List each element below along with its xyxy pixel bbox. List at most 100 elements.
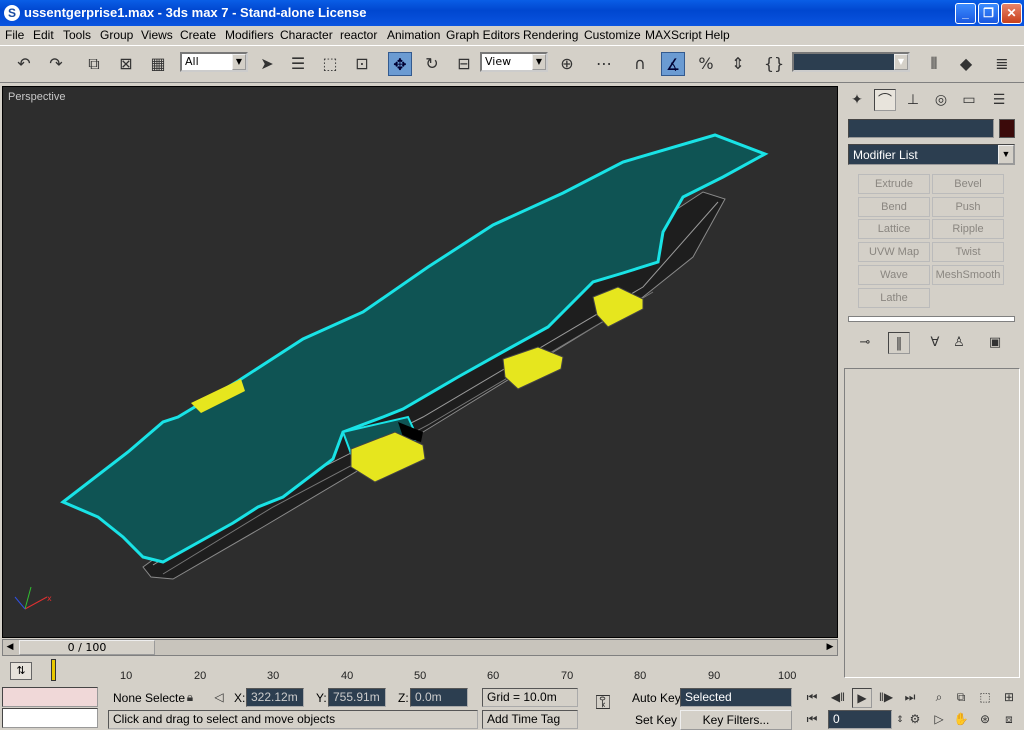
go-to-end-icon[interactable]: ⏭ — [900, 688, 920, 706]
menu-help[interactable]: Help — [705, 28, 730, 42]
spinner-snap-icon[interactable]: ⇕ — [726, 52, 750, 76]
modifier-button-uvw-map[interactable]: UVW Map — [858, 242, 930, 262]
modifier-button-bevel[interactable]: Bevel — [932, 174, 1004, 194]
z-coordinate-field[interactable]: 0.0m — [410, 688, 468, 707]
add-time-tag-button[interactable]: Add Time Tag — [482, 710, 578, 729]
arc-rotate-icon[interactable]: ⊛ — [976, 710, 994, 728]
mirror-icon[interactable]: ⫴ — [922, 52, 946, 76]
menu-edit[interactable]: Edit — [33, 28, 54, 42]
open-mini-curve-editor-icon[interactable]: ⇅ — [10, 662, 32, 680]
key-mode-toggle-icon[interactable]: ⏮ — [804, 710, 820, 728]
menu-reactor[interactable]: reactor — [340, 28, 377, 42]
next-frame-arrow-icon[interactable]: ▶ — [823, 640, 837, 655]
undo-icon[interactable]: ↶ — [12, 52, 36, 76]
previous-frame-icon[interactable]: ◀‖ — [828, 688, 848, 706]
key-mode-dropdown[interactable]: Selected — [680, 688, 792, 707]
object-name-field[interactable] — [848, 119, 994, 138]
menu-file[interactable]: File — [5, 28, 24, 42]
field-of-view-icon[interactable]: ▷ — [930, 710, 948, 728]
zoom-all-icon[interactable]: ⧉ — [952, 688, 970, 706]
y-coordinate-field[interactable]: 755.91m — [328, 688, 386, 707]
angle-snap-toggle-icon[interactable]: ∡ — [661, 52, 685, 76]
modifier-stack-divider[interactable] — [848, 316, 1015, 322]
3dsmax-app-icon[interactable]: S — [4, 5, 20, 21]
absolute-mode-transform-icon[interactable]: ◁ — [210, 688, 228, 706]
zoom-icon[interactable]: ⌕ — [930, 688, 948, 706]
use-pivot-point-center-icon[interactable]: ⊕ — [555, 52, 579, 76]
selection-filter-dropdown[interactable]: All ▼ — [180, 52, 248, 72]
modify-tab-icon[interactable]: ⌒ — [874, 89, 896, 111]
current-time-marker[interactable] — [51, 659, 56, 681]
go-to-start-icon[interactable]: ⏮ — [802, 688, 822, 706]
maxscript-listener-input[interactable] — [2, 708, 98, 728]
modifier-button-wave[interactable]: Wave — [858, 265, 930, 285]
redo-icon[interactable]: ↷ — [44, 52, 68, 76]
select-object-icon[interactable]: ➤ — [255, 52, 279, 76]
layer-manager-icon[interactable]: ≣ — [990, 52, 1014, 76]
select-and-manipulate-icon[interactable]: ⋯ — [592, 52, 616, 76]
show-end-result-icon[interactable]: ‖ — [888, 332, 910, 354]
snaps-toggle-icon[interactable]: ∩ — [628, 52, 652, 76]
menu-views[interactable]: Views — [141, 28, 173, 42]
display-tab-icon[interactable]: ▭ — [958, 89, 980, 111]
menu-character[interactable]: Character — [280, 28, 333, 42]
menu-animation[interactable]: Animation — [387, 28, 440, 42]
percent-snap-icon[interactable]: % — [694, 52, 718, 76]
create-tab-icon[interactable]: ✦ — [846, 89, 868, 111]
modifier-button-lattice[interactable]: Lattice — [858, 219, 930, 239]
set-key-mode-key-icon[interactable]: ⚿ — [588, 693, 618, 713]
utilities-tab-icon[interactable]: ☰ — [988, 89, 1010, 111]
select-and-link-icon[interactable]: ⧉ — [82, 52, 106, 76]
hierarchy-tab-icon[interactable]: ⊥ — [902, 89, 924, 111]
modifier-button-lathe[interactable]: Lathe — [858, 288, 930, 308]
current-frame-field[interactable]: 0 — [828, 710, 892, 729]
zoom-extents-icon[interactable]: ⬚ — [976, 688, 994, 706]
menu-tools[interactable]: Tools — [63, 28, 91, 42]
modifier-button-meshsmooth[interactable]: MeshSmooth — [932, 265, 1004, 285]
modifier-button-push[interactable]: Push — [932, 197, 1004, 217]
remove-modifier-icon[interactable]: ♙ — [948, 332, 970, 354]
menu-rendering[interactable]: Rendering — [523, 28, 578, 42]
time-configuration-icon[interactable]: ⚙ — [906, 710, 924, 728]
time-slider[interactable]: ◀ 0 / 100 ▶ — [2, 639, 838, 656]
object-color-swatch[interactable] — [999, 119, 1015, 138]
select-and-scale-icon[interactable]: ⊟ — [452, 52, 476, 76]
next-frame-icon[interactable]: ‖▶ — [876, 688, 896, 706]
align-icon[interactable]: ◆ — [954, 52, 978, 76]
frame-spinner-icon[interactable]: ⇕ — [894, 710, 906, 728]
menu-modifiers[interactable]: Modifiers — [225, 28, 274, 42]
reference-coordinate-dropdown[interactable]: View ▼ — [480, 52, 548, 72]
key-filters-button[interactable]: Key Filters... — [680, 710, 792, 730]
menu-graph-editors[interactable]: Graph Editors — [446, 28, 520, 42]
named-selection-sets-dropdown[interactable]: ▼ — [792, 52, 910, 72]
select-and-move-icon[interactable]: ✥ — [388, 52, 412, 76]
set-key-button[interactable]: Set Key — [635, 713, 677, 728]
time-slider-thumb[interactable]: 0 / 100 — [19, 640, 155, 655]
window-crossing-icon[interactable]: ⊡ — [350, 52, 374, 76]
minimize-button[interactable]: _ — [955, 3, 976, 24]
close-button[interactable]: ✕ — [1001, 3, 1022, 24]
maxscript-listener-macro[interactable] — [2, 687, 98, 707]
zoom-extents-all-icon[interactable]: ⊞ — [1000, 688, 1018, 706]
selection-lock-icon[interactable]: 🔒︎ — [183, 688, 197, 706]
menu-group[interactable]: Group — [100, 28, 133, 42]
modifier-button-bend[interactable]: Bend — [858, 197, 930, 217]
unlink-selection-icon[interactable]: ⊠ — [114, 52, 138, 76]
maximize-viewport-icon[interactable]: ⧈ — [1000, 710, 1018, 728]
select-and-rotate-icon[interactable]: ↻ — [420, 52, 444, 76]
pan-view-icon[interactable]: ✋ — [952, 710, 970, 728]
modifier-button-extrude[interactable]: Extrude — [858, 174, 930, 194]
menu-maxscript[interactable]: MAXScript — [645, 28, 702, 42]
modifier-button-ripple[interactable]: Ripple — [932, 219, 1004, 239]
pin-stack-icon[interactable]: ⊸ — [854, 332, 876, 354]
modifier-list-dropdown[interactable]: Modifier List ▼ — [848, 144, 1015, 165]
motion-tab-icon[interactable]: ◎ — [930, 89, 952, 111]
frame-ruler[interactable]: 10 20 30 40 50 60 70 80 90 100 — [50, 658, 796, 684]
menu-customize[interactable]: Customize — [584, 28, 641, 42]
perspective-viewport[interactable]: Perspective x — [2, 86, 838, 638]
play-animation-icon[interactable]: ▶ — [852, 688, 872, 708]
previous-frame-arrow-icon[interactable]: ◀ — [3, 640, 17, 655]
edit-named-selections-icon[interactable]: {} — [762, 52, 786, 76]
make-unique-icon[interactable]: ∀ — [924, 332, 946, 354]
restore-button[interactable]: ❐ — [978, 3, 999, 24]
